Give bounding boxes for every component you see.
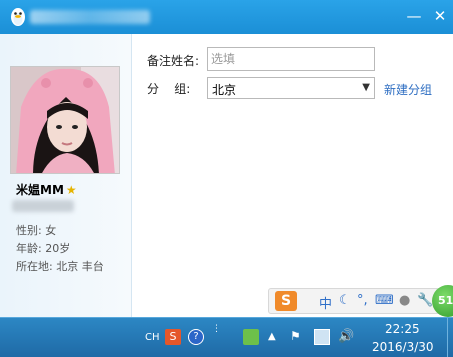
show-desktop-button[interactable] (447, 318, 453, 357)
group-label: 分 组: (147, 82, 191, 96)
signature-blurred (12, 200, 74, 212)
moon-icon[interactable]: ☾ (339, 293, 351, 308)
qq-penguin-icon (11, 8, 25, 26)
tray-expand-icon[interactable]: ▲ (268, 331, 284, 347)
gender-text: 性别: 女 (16, 224, 57, 237)
ime-toolbar: S 中 ☾ °, ⌨ ● 🔧 (268, 288, 450, 314)
clock-date[interactable]: 2016/3/30 (372, 340, 434, 354)
language-indicator[interactable]: CH (145, 332, 160, 343)
close-button[interactable]: ✕ (430, 6, 450, 26)
volume-icon[interactable]: 🔊 (338, 329, 354, 345)
nickname: 米媪MM (16, 183, 64, 197)
remark-label: 备注姓名: (147, 54, 200, 68)
ime-mode-toggle[interactable]: 中 (319, 293, 332, 312)
window-title-blurred (30, 10, 150, 24)
help-icon[interactable]: ? (188, 329, 204, 345)
tray-options-icon[interactable]: ⋮ (212, 324, 228, 340)
chevron-down-icon: ▼ (362, 82, 370, 93)
clock-time[interactable]: 22:25 (385, 322, 420, 336)
minimize-button[interactable]: — (404, 6, 424, 26)
nickname-row: 米媪MM ★ (16, 181, 126, 197)
avatar (10, 66, 120, 174)
group-selected-value: 北京 (212, 83, 237, 97)
flag-icon[interactable]: ⚑ (290, 329, 306, 345)
star-icon: ★ (65, 183, 77, 197)
sogou-logo-icon[interactable]: S (275, 291, 297, 311)
ime-punct-toggle[interactable]: °, (357, 293, 368, 308)
battery-icon[interactable] (243, 329, 259, 345)
wrench-icon[interactable]: 🔧 (417, 293, 433, 308)
location-text: 所在地: 北京 丰台 (16, 260, 104, 273)
sogou-tray-icon[interactable]: S (165, 329, 181, 345)
new-group-link[interactable]: 新建分组 (384, 81, 432, 98)
network-icon[interactable] (314, 329, 330, 345)
user-icon[interactable]: ● (399, 293, 410, 308)
title-bar: — ✕ (0, 0, 453, 34)
group-select[interactable]: 北京 ▼ (207, 77, 375, 99)
remark-input[interactable] (207, 47, 375, 71)
age-text: 年龄: 20岁 (16, 242, 71, 255)
keyboard-icon[interactable]: ⌨ (375, 293, 394, 308)
profile-panel: 米媪MM ★ 性别: 女 年龄: 20岁 所在地: 北京 丰台 (0, 34, 132, 317)
taskbar: CH S ? ⋮ ▲ ⚑ 🔊 22:25 2016/3/30 (0, 317, 453, 357)
